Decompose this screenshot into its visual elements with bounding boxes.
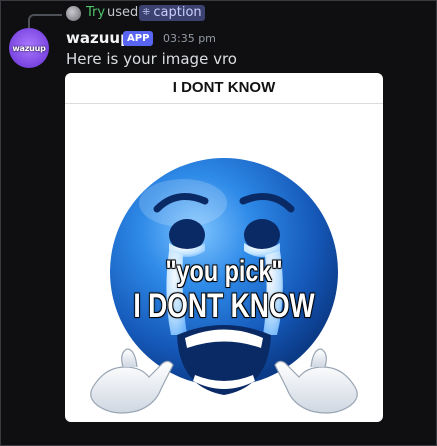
reply-username[interactable]: Try [86, 5, 105, 20]
username[interactable]: wazuup [66, 29, 131, 47]
meme-caption-line-2: I DONT KNOW [133, 287, 315, 325]
reply-avatar[interactable] [66, 6, 81, 21]
slash-command-icon: ⁜ [142, 7, 151, 18]
meme-image: "you pick" I DONT KNOW [65, 105, 383, 422]
image-attachment[interactable]: I DONT KNOW "you pick" I DONT KNOW [65, 73, 383, 422]
timestamp: 03:35 pm [163, 32, 216, 45]
reply-action-text: used [107, 5, 139, 20]
message-text: Here is your image vro [66, 50, 237, 68]
caption-title: I DONT KNOW [172, 79, 276, 96]
command-mention[interactable]: ⁜ caption [139, 5, 205, 21]
caption-divider [65, 103, 383, 104]
command-name: caption [153, 5, 202, 20]
app-badge: APP [123, 31, 154, 46]
avatar[interactable]: wazuup [9, 28, 49, 68]
meme-caption-line-1: "you pick" [165, 255, 283, 288]
avatar-label: wazuup [12, 43, 46, 53]
